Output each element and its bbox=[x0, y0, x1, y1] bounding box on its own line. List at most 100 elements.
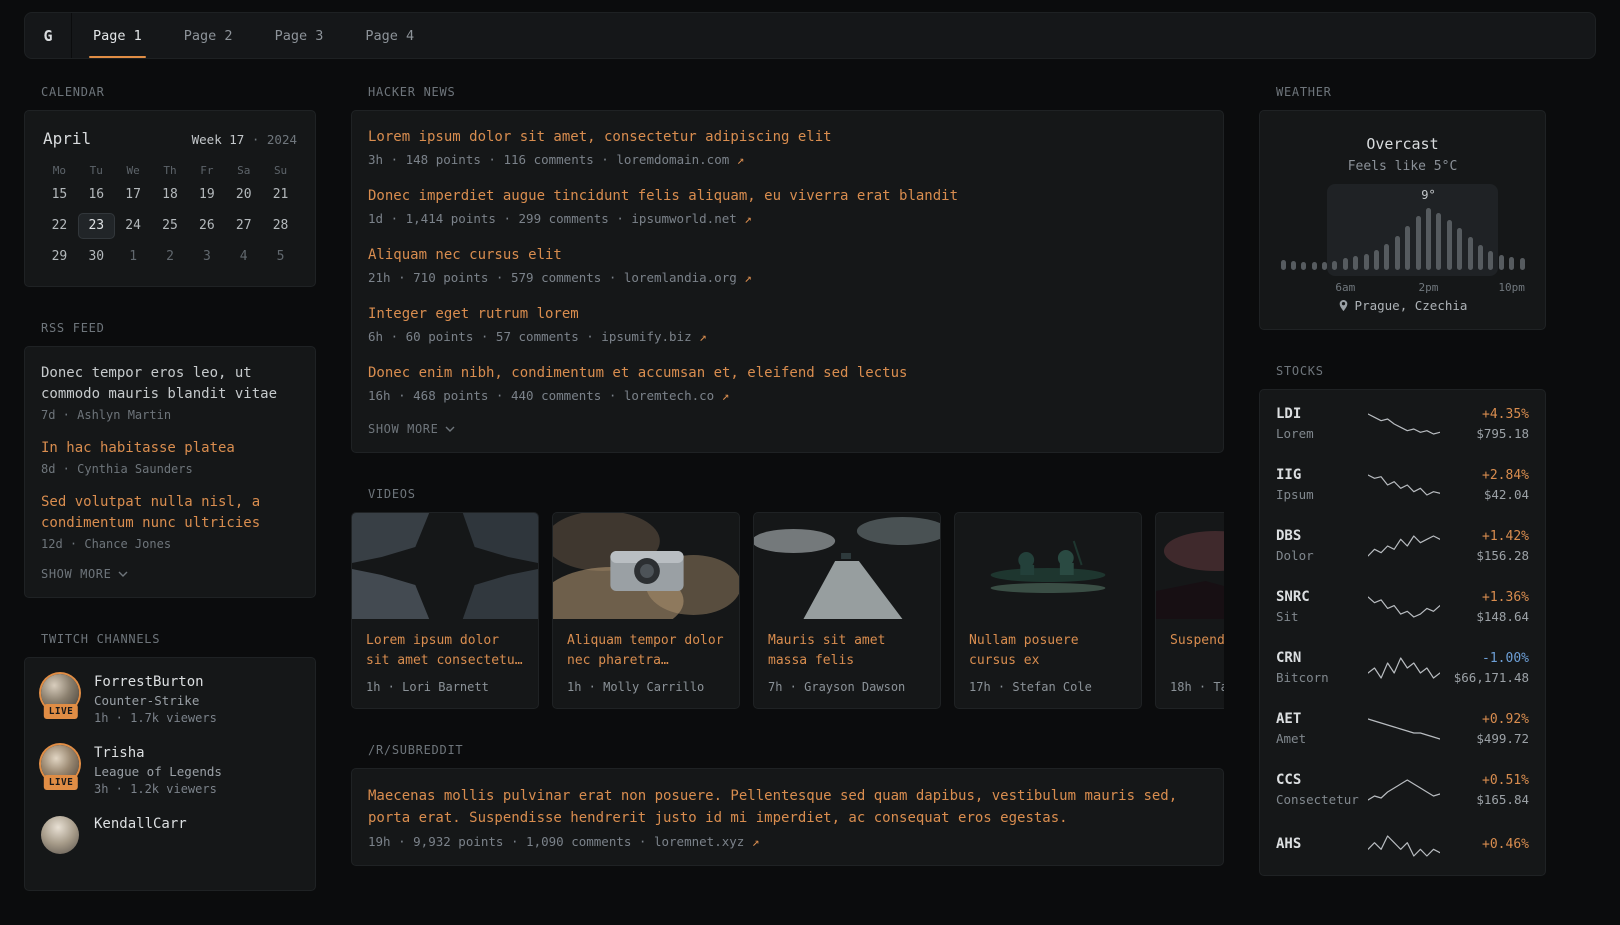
stock-name: Ipsum bbox=[1276, 487, 1368, 502]
hackernews-item-title[interactable]: Donec imperdiet augue tincidunt felis al… bbox=[368, 186, 1207, 206]
calendar-date-cell: 2 bbox=[152, 244, 189, 270]
live-badge: LIVE bbox=[44, 704, 78, 719]
rss-item-title[interactable]: Donec tempor eros leo, ut commodo mauris… bbox=[41, 363, 299, 405]
stock-symbol: CRN bbox=[1276, 650, 1368, 666]
hackernews-item-meta: 6h · 60 points · 57 comments · ipsumify.… bbox=[368, 329, 1207, 344]
videos-widget: VIDEOS Lorem ipsum dolor sit amet consec… bbox=[351, 487, 1224, 709]
hackernews-item-domain[interactable]: ipsumify.biz bbox=[601, 329, 691, 344]
rss-item-title[interactable]: Sed volutpat nulla nisl, a condimentum n… bbox=[41, 492, 299, 534]
hackernews-item-domain[interactable]: loremdomain.com bbox=[616, 152, 729, 167]
twitch-channel-row[interactable]: LIVE Trisha League of Legends 3h · 1.2k … bbox=[41, 745, 299, 796]
calendar-date-cell: 20 bbox=[225, 182, 262, 208]
video-title[interactable]: Mauris sit amet massa felis bbox=[768, 631, 926, 671]
weather-chart: 9°6am2pm10pm bbox=[1281, 184, 1525, 294]
videos-row: Lorem ipsum dolor sit amet consectetu… 1… bbox=[351, 512, 1224, 709]
stock-sparkline bbox=[1368, 716, 1440, 742]
video-title[interactable]: Lorem ipsum dolor sit amet consectetu… bbox=[366, 631, 524, 671]
chevron-down-icon bbox=[445, 426, 455, 432]
stock-row[interactable]: DBS Dolor +1.42% $156.28 bbox=[1276, 528, 1529, 563]
hackernews-item-title[interactable]: Lorem ipsum dolor sit amet, consectetur … bbox=[368, 127, 1207, 147]
hackernews-item-meta: 1d · 1,414 points · 299 comments · ipsum… bbox=[368, 211, 1207, 226]
weather-hour-bar bbox=[1416, 216, 1421, 270]
video-card[interactable]: Nullam posuere cursus ex 17h · Stefan Co… bbox=[954, 512, 1142, 709]
twitch-channel-game: League of Legends bbox=[94, 764, 222, 779]
stock-row[interactable]: LDI Lorem +4.35% $795.18 bbox=[1276, 406, 1529, 441]
stock-row[interactable]: AHS +0.46% bbox=[1276, 833, 1529, 859]
calendar-date-cell: 25 bbox=[152, 213, 189, 239]
twitch-channel-row[interactable]: KendallCarr bbox=[41, 816, 299, 854]
weather-hour-bar bbox=[1291, 261, 1296, 270]
rss-item-meta: 12d · Chance Jones bbox=[41, 537, 299, 551]
video-title[interactable]: Aliquam tempor dolor nec pharetra… bbox=[567, 631, 725, 671]
twitch-card: LIVE ForrestBurton Counter-Strike 1h · 1… bbox=[24, 657, 316, 891]
video-title[interactable]: Nullam posuere cursus ex bbox=[969, 631, 1127, 671]
page-tab[interactable]: Page 3 bbox=[254, 13, 345, 58]
stock-row[interactable]: CCS Consectetur +0.51% $165.84 bbox=[1276, 772, 1529, 807]
twitch-channel-info: KendallCarr bbox=[94, 816, 187, 835]
weather-hour-bar bbox=[1405, 226, 1410, 270]
stock-row[interactable]: SNRC Sit +1.36% $148.64 bbox=[1276, 589, 1529, 624]
middle-column: HACKER NEWS Lorem ipsum dolor sit amet, … bbox=[351, 85, 1224, 900]
weather-time-tick: 2pm bbox=[1419, 281, 1439, 294]
video-card[interactable]: Lorem ipsum dolor sit amet consectetu… 1… bbox=[351, 512, 539, 709]
hackernews-section-label: HACKER NEWS bbox=[368, 85, 1224, 99]
stock-change: +0.46% bbox=[1440, 837, 1529, 852]
left-column: CALENDAR April Week 17 · 2024 MoTuWeThFr… bbox=[24, 85, 316, 925]
calendar-week-number: Week 17 bbox=[192, 132, 245, 147]
hackernews-item-domain[interactable]: ipsumworld.net bbox=[631, 211, 736, 226]
hackernews-item-title[interactable]: Integer eget rutrum lorem bbox=[368, 304, 1207, 324]
hackernews-item-title[interactable]: Donec enim nibh, condimentum et accumsan… bbox=[368, 363, 1207, 383]
page-tab[interactable]: Page 4 bbox=[344, 13, 435, 58]
external-link-icon: ↗ bbox=[744, 270, 752, 285]
page-tab[interactable]: Page 1 bbox=[72, 13, 163, 58]
hackernews-item-domain[interactable]: loremlandia.org bbox=[624, 270, 737, 285]
hackernews-item-domain[interactable]: loremtech.co bbox=[624, 388, 714, 403]
subreddit-post: Maecenas mollis pulvinar erat non posuer… bbox=[368, 785, 1207, 849]
stock-values: +4.35% $795.18 bbox=[1440, 407, 1529, 441]
hackernews-show-more-button[interactable]: SHOW MORE bbox=[368, 422, 455, 436]
stock-name: Lorem bbox=[1276, 426, 1368, 441]
video-card[interactable]: Aliquam tempor dolor nec pharetra… 1h · … bbox=[552, 512, 740, 709]
weather-hour-bar bbox=[1488, 251, 1493, 270]
weather-hour-bar bbox=[1395, 236, 1400, 270]
stock-row[interactable]: AET Amet +0.92% $499.72 bbox=[1276, 711, 1529, 746]
twitch-channel-row[interactable]: LIVE ForrestBurton Counter-Strike 1h · 1… bbox=[41, 674, 299, 725]
weather-hour-bar bbox=[1436, 213, 1441, 270]
stock-row[interactable]: IIG Ipsum +2.84% $42.04 bbox=[1276, 467, 1529, 502]
video-card-body: Nullam posuere cursus ex 17h · Stefan Co… bbox=[955, 619, 1141, 708]
stock-sparkline bbox=[1368, 655, 1440, 681]
calendar-date-cell: 19 bbox=[188, 182, 225, 208]
rss-item-title[interactable]: In hac habitasse platea bbox=[41, 438, 299, 459]
video-card[interactable]: Mauris sit amet massa felis 7h · Grayson… bbox=[753, 512, 941, 709]
hackernews-item-title[interactable]: Aliquam nec cursus elit bbox=[368, 245, 1207, 265]
stock-sparkline bbox=[1368, 833, 1440, 859]
hackernews-item: Donec imperdiet augue tincidunt felis al… bbox=[368, 186, 1207, 226]
twitch-avatar-wrap: LIVE bbox=[41, 745, 81, 783]
calendar-day-headers: MoTuWeThFrSaSu bbox=[41, 160, 299, 182]
app-logo[interactable]: G bbox=[25, 13, 72, 58]
stock-row[interactable]: CRN Bitcorn -1.00% $66,171.48 bbox=[1276, 650, 1529, 685]
stock-change: +2.84% bbox=[1440, 468, 1529, 483]
hackernews-item-meta: 3h · 148 points · 116 comments · loremdo… bbox=[368, 152, 1207, 167]
calendar-date-cell: 21 bbox=[262, 182, 299, 208]
video-title[interactable]: Suspendisse diam bbox=[1170, 631, 1224, 671]
hackernews-show-more-label: SHOW MORE bbox=[368, 422, 438, 436]
stock-name: Amet bbox=[1276, 731, 1368, 746]
stock-symbol: LDI bbox=[1276, 406, 1368, 422]
calendar-widget: CALENDAR April Week 17 · 2024 MoTuWeThFr… bbox=[24, 85, 316, 287]
rss-item: Sed volutpat nulla nisl, a condimentum n… bbox=[41, 492, 299, 551]
video-card[interactable]: Suspendisse diam 18h · Tara bbox=[1155, 512, 1224, 709]
stock-price: $42.04 bbox=[1440, 487, 1529, 502]
calendar-date-cell: 16 bbox=[78, 182, 115, 208]
video-thumbnail bbox=[553, 513, 739, 619]
stock-identity: AHS bbox=[1276, 836, 1368, 856]
subreddit-post-title[interactable]: Maecenas mollis pulvinar erat non posuer… bbox=[368, 785, 1207, 829]
rss-show-more-button[interactable]: SHOW MORE bbox=[41, 567, 128, 581]
page-tab[interactable]: Page 2 bbox=[163, 13, 254, 58]
calendar-date-cell: 17 bbox=[115, 182, 152, 208]
subreddit-post-domain[interactable]: loremnet.xyz bbox=[654, 834, 744, 849]
stock-sparkline bbox=[1368, 411, 1440, 437]
stock-identity: IIG Ipsum bbox=[1276, 467, 1368, 502]
stock-change: +1.42% bbox=[1440, 529, 1529, 544]
twitch-section-label: TWITCH CHANNELS bbox=[41, 632, 316, 646]
